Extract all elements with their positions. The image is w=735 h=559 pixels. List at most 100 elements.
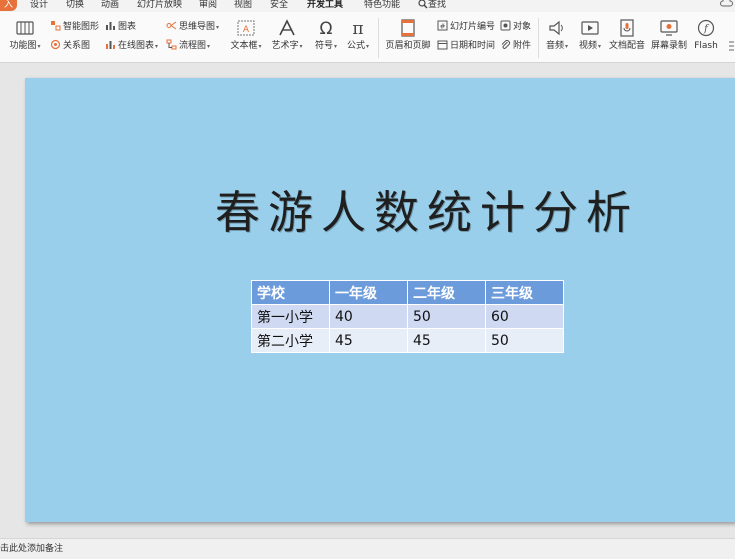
search-icon [418, 0, 428, 9]
screen-record-button[interactable]: 屏幕录制 [651, 18, 687, 52]
art-text-button[interactable]: 艺术字▾ [270, 18, 304, 53]
chart-label: 图表 [118, 22, 137, 32]
notes-bar[interactable]: 击此处添加备注 [0, 538, 735, 559]
cloud-icon[interactable] [720, 0, 734, 8]
svg-text:#: # [440, 23, 446, 31]
relationship-icon [50, 39, 61, 50]
function-chart-button[interactable]: 功能图▾ [8, 18, 42, 53]
svg-text:Ω: Ω [320, 19, 333, 38]
flash-button[interactable]: f Flash [692, 18, 720, 52]
screen-record-icon [660, 20, 678, 36]
video-icon [581, 21, 599, 35]
doc-dubbing-label: 文档配音 [609, 41, 646, 51]
tab-slideshow[interactable]: 幻灯片放映 [137, 0, 182, 11]
menu-bar: 入 设计 切换 动画 幻灯片放映 审阅 视图 安全 开发工具 特色功能 查找 [0, 0, 735, 12]
function-chart-icon [16, 21, 34, 35]
online-chart-button[interactable]: 在线图表▾ [105, 39, 158, 53]
video-label: 视频 [578, 41, 597, 51]
notes-placeholder: 击此处添加备注 [0, 544, 64, 554]
tab-insert[interactable]: 入 [0, 0, 18, 11]
attachment-button[interactable]: 附件 [500, 39, 531, 52]
smart-graphic-button[interactable]: 智能图形 [50, 20, 99, 33]
audio-label: 音频 [545, 41, 564, 51]
symbol-label: 符号 [314, 41, 333, 51]
data-table[interactable]: 学校 一年级 二年级 三年级 第一小学 40 50 60 第二小学 45 45 … [251, 280, 564, 353]
function-chart-label: 功能图 [9, 41, 37, 51]
flash-icon: f [697, 19, 715, 37]
object-label: 对象 [513, 22, 532, 32]
table-cell[interactable]: 第一小学 [251, 304, 330, 329]
table-header-cell[interactable]: 学校 [251, 280, 330, 305]
relationship-chart-label: 关系图 [63, 41, 91, 51]
tab-developer[interactable]: 开发工具 [307, 0, 343, 11]
table-cell[interactable]: 60 [485, 304, 564, 329]
attachment-label: 附件 [513, 41, 532, 51]
tab-transition[interactable]: 切换 [66, 0, 84, 11]
pi-icon: π [352, 19, 363, 38]
table-cell[interactable]: 第二小学 [251, 328, 330, 353]
video-button[interactable]: 视频▾ [576, 18, 604, 53]
header-footer-label: 页眉和页脚 [385, 41, 431, 51]
microphone-icon [620, 19, 634, 37]
svg-text:π: π [352, 19, 363, 38]
tab-animation[interactable]: 动画 [101, 0, 119, 11]
ribbon-toolbar: 功能图▾ 智能图形 关系图 图表 在线图表▾ 思维导图▾ 流程图▾ A 文本框▾… [0, 12, 735, 63]
speaker-icon [549, 20, 563, 36]
object-button[interactable]: 对象 [500, 20, 531, 33]
omega-icon: Ω [320, 19, 333, 38]
date-time-label: 日期和时间 [450, 41, 496, 51]
search-label: 查找 [428, 0, 447, 10]
svg-text:f: f [703, 24, 710, 35]
search-button[interactable]: 查找 [418, 0, 446, 11]
online-chart-icon [106, 41, 115, 49]
svg-text:A: A [243, 25, 250, 35]
audio-button[interactable]: 音频▾ [543, 18, 571, 53]
tab-security[interactable]: 安全 [270, 0, 288, 11]
text-box-button[interactable]: A 文本框▾ [229, 18, 263, 53]
formula-button[interactable]: π 公式▾ [344, 18, 372, 53]
table-header-cell[interactable]: 一年级 [329, 280, 408, 305]
slide-number-icon: # [437, 20, 448, 31]
more-options-icon[interactable] [728, 40, 735, 52]
object-icon [500, 20, 511, 31]
symbol-button[interactable]: Ω 符号▾ [312, 18, 340, 53]
art-text-label: 艺术字 [271, 41, 299, 51]
table-cell[interactable]: 40 [329, 304, 408, 329]
table-cell[interactable]: 45 [407, 328, 486, 353]
doc-dubbing-button[interactable]: 文档配音 [609, 18, 645, 52]
art-text-icon [279, 19, 295, 36]
table-row: 第二小学 45 45 50 [251, 328, 564, 353]
online-chart-label: 在线图表 [118, 41, 155, 51]
mind-map-button[interactable]: 思维导图▾ [166, 20, 219, 34]
table-header-cell[interactable]: 三年级 [485, 280, 564, 305]
flash-label: Flash [694, 41, 718, 51]
mind-map-icon [166, 21, 177, 30]
relationship-chart-button[interactable]: 关系图 [50, 39, 90, 52]
header-footer-icon [401, 19, 415, 37]
flowchart-icon [166, 39, 177, 50]
text-box-icon: A [237, 20, 255, 36]
text-box-label: 文本框 [230, 41, 258, 51]
header-footer-button[interactable]: 页眉和页脚 [384, 18, 432, 52]
chart-icon [106, 22, 115, 30]
table-cell[interactable]: 45 [329, 328, 408, 353]
formula-label: 公式 [346, 41, 365, 51]
calendar-icon [437, 40, 448, 50]
table-cell[interactable]: 50 [485, 328, 564, 353]
tab-review[interactable]: 审阅 [199, 0, 217, 11]
flowchart-label: 流程图 [179, 41, 207, 51]
tab-view[interactable]: 视图 [234, 0, 252, 11]
slide-title[interactable]: 春游人数统计分析 [215, 183, 635, 243]
tab-design[interactable]: 设计 [30, 0, 48, 11]
date-time-button[interactable]: 日期和时间 [437, 39, 495, 52]
slide-canvas[interactable]: 春游人数统计分析 学校 一年级 二年级 三年级 第一小学 40 50 60 第二… [25, 78, 735, 522]
table-cell[interactable]: 50 [407, 304, 486, 329]
mind-map-label: 思维导图 [179, 22, 216, 32]
flowchart-button[interactable]: 流程图▾ [166, 39, 210, 53]
chart-button[interactable]: 图表 [105, 20, 136, 33]
table-header-cell[interactable]: 二年级 [407, 280, 486, 305]
smart-graphic-label: 智能图形 [63, 22, 100, 32]
slide-number-button[interactable]: # 幻灯片编号 [437, 20, 495, 33]
tab-features[interactable]: 特色功能 [364, 0, 400, 11]
ribbon-separator [378, 18, 379, 58]
